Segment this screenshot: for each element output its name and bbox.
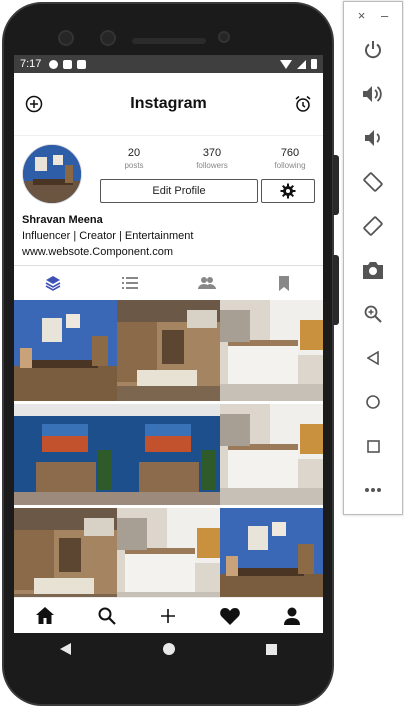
power-side-button	[333, 155, 339, 215]
edit-profile-button[interactable]: Edit Profile	[100, 179, 258, 203]
tab-posts[interactable]	[14, 266, 91, 300]
grid-photo[interactable]	[117, 404, 220, 505]
following-label: following	[274, 161, 306, 170]
profile-website[interactable]: www.websote.Component.com	[22, 244, 315, 260]
profile-name: Shravan Meena	[22, 214, 103, 226]
person-icon	[284, 607, 301, 625]
posts-count: 20	[127, 147, 141, 159]
nav-profile[interactable]	[261, 598, 323, 633]
list-icon	[121, 277, 138, 289]
earpiece	[132, 38, 206, 44]
nav-activity[interactable]	[199, 598, 261, 633]
bottom-navigation	[14, 597, 323, 633]
profile-tagline: Influencer | Creator | Entertainment	[22, 230, 194, 242]
posts-label: posts	[124, 161, 144, 170]
grid-photo[interactable]	[14, 300, 117, 401]
more-icon	[365, 488, 381, 492]
overview-button[interactable]	[344, 424, 402, 468]
home-icon	[35, 607, 54, 624]
grid-photo[interactable]	[220, 404, 323, 505]
home-button-icon[interactable]	[162, 642, 175, 660]
gear-icon	[280, 183, 296, 199]
add-icon	[161, 608, 176, 623]
grid-photo[interactable]	[14, 508, 117, 609]
sd-card-status-icon	[77, 59, 87, 69]
minimize-icon[interactable]: –	[381, 8, 388, 23]
grid-photo[interactable]	[220, 508, 323, 609]
stat-following[interactable]: 760 following	[260, 147, 320, 170]
back-button[interactable]	[344, 336, 402, 380]
add-post-icon[interactable]	[24, 94, 44, 114]
stat-followers[interactable]: 370 followers	[182, 147, 242, 170]
tab-saved[interactable]	[246, 266, 323, 300]
status-time: 7:17	[20, 58, 42, 70]
volume-down-icon	[365, 130, 380, 146]
photo-grid	[14, 300, 323, 609]
zoom-button[interactable]	[344, 292, 402, 336]
profile-bio: Shravan Meena Influencer | Creator | Ent…	[14, 203, 323, 265]
screenshot-button[interactable]	[344, 248, 402, 292]
bookmark-icon	[279, 275, 290, 291]
heart-icon	[220, 607, 241, 625]
more-button[interactable]	[344, 468, 402, 512]
volume-up-icon	[363, 86, 382, 102]
power-icon	[365, 41, 381, 59]
close-icon[interactable]: ×	[358, 8, 366, 23]
home-button[interactable]	[344, 380, 402, 424]
nav-search[interactable]	[76, 598, 138, 633]
app-header: Instagram	[14, 73, 323, 135]
front-camera-icon	[58, 30, 74, 46]
emulator-toolbar: × –	[343, 1, 403, 515]
overview-icon[interactable]	[266, 642, 278, 660]
grid-photo[interactable]	[14, 404, 117, 505]
nav-add[interactable]	[138, 598, 200, 633]
profile-stats: 20 posts 370 followers 760 following	[104, 147, 320, 170]
back-icon	[367, 351, 379, 365]
people-icon	[198, 277, 217, 289]
app-screen: 7:17 Instagram 20 posts 370 followers 76…	[14, 55, 323, 633]
camera-icon	[363, 262, 383, 279]
volume-down-button[interactable]	[344, 116, 402, 160]
followers-count: 370	[202, 147, 222, 159]
stat-posts[interactable]: 20 posts	[104, 147, 164, 170]
sensor-icon	[100, 30, 116, 46]
rotate-left-icon	[363, 172, 383, 192]
grid-photo[interactable]	[220, 300, 323, 401]
grid-photo[interactable]	[117, 300, 220, 401]
proximity-sensor-icon	[218, 31, 230, 43]
rotate-right-icon	[363, 216, 383, 236]
tab-list[interactable]	[91, 266, 168, 300]
shield-status-icon	[63, 59, 73, 69]
volume-up-button[interactable]	[344, 72, 402, 116]
signal-icon	[297, 59, 306, 69]
followers-label: followers	[196, 161, 228, 170]
status-bar: 7:17	[14, 55, 323, 73]
avatar[interactable]	[22, 144, 82, 204]
volume-side-button	[333, 255, 339, 325]
settings-status-icon	[49, 59, 59, 69]
following-count: 760	[280, 147, 300, 159]
rotate-right-button[interactable]	[344, 204, 402, 248]
rotate-left-button[interactable]	[344, 160, 402, 204]
alarm-icon[interactable]	[293, 94, 313, 114]
profile-tabs	[14, 265, 323, 300]
nav-home[interactable]	[14, 598, 76, 633]
system-navigation	[14, 633, 323, 669]
search-icon	[98, 607, 116, 625]
toolbar-window-controls: × –	[344, 2, 402, 28]
wifi-icon	[280, 59, 292, 69]
grid-photo[interactable]	[117, 508, 220, 609]
back-icon[interactable]	[59, 642, 72, 660]
layers-icon	[45, 276, 61, 291]
home-icon	[366, 395, 380, 409]
zoom-icon	[364, 305, 382, 323]
profile-header: 20 posts 370 followers 760 following Edi…	[14, 135, 323, 204]
battery-icon	[311, 59, 317, 69]
power-button[interactable]	[344, 28, 402, 72]
overview-icon	[366, 439, 380, 453]
tab-tagged[interactable]	[169, 266, 246, 300]
app-title: Instagram	[130, 95, 207, 112]
settings-button[interactable]	[261, 179, 315, 203]
